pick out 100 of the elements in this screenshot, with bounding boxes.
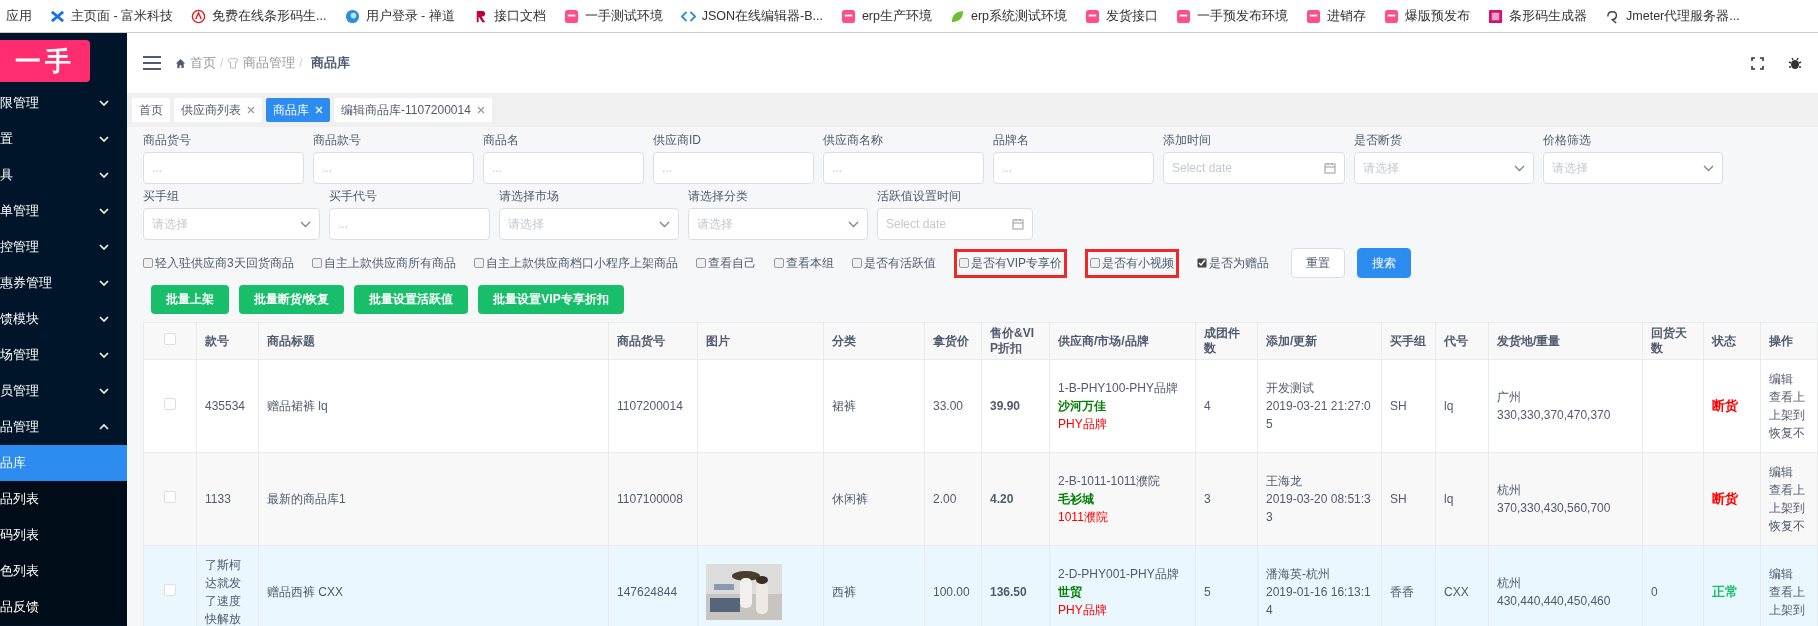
bug-icon[interactable] [1788,56,1802,70]
bookmark-link[interactable]: 用户登录 - 禅道 [344,7,455,25]
highlighted-checkbox[interactable]: 是否有VIP专享价 [953,248,1068,278]
column-header: 图片 [697,322,824,360]
page-tab[interactable]: 编辑商品库-1107200014 [334,98,492,122]
menu-icon[interactable] [143,56,161,70]
bookmark-link[interactable]: 条形码生成器 [1488,7,1588,25]
brand-name: PHY品牌 [1058,602,1108,619]
checkbox[interactable]: 查看本组 [773,254,834,272]
checkbox[interactable]: 轻入驻供应商3天回货商品 [143,254,294,272]
chevron-down-icon [848,220,859,228]
chevron-up-icon [99,424,109,430]
placeholder-text: ... [832,161,842,175]
table-cell: 33.00 [924,359,982,453]
action-link[interactable]: 查看上 [1769,481,1817,499]
table-cell: 1133 [196,452,259,546]
fullscreen-icon[interactable] [1751,56,1764,70]
cross-icon [50,8,65,24]
bookmark-link[interactable]: 接口文档 [472,7,546,25]
page-tab[interactable]: 首页 [132,98,170,122]
shipping-city: 杭州 [1497,575,1522,592]
table-cell: lq [1435,452,1489,546]
shipping-weights: 330,330,370,470,370 [1497,407,1612,424]
bookmark-link[interactable]: 应用 [6,7,32,25]
checkbox[interactable]: 是否有活跃值 [851,254,936,272]
table-cell: 1107200014 [608,359,698,453]
table-cell: lq [1435,359,1489,453]
action-link[interactable]: 上架到 [1769,406,1817,424]
market-name: 世贸 [1058,584,1083,601]
column-header: 发货地/重量 [1488,322,1643,360]
shipping-weights: 370,330,430,560,700 [1497,500,1612,517]
checkbox[interactable]: 自主上款供应商档口小程序上架商品 [473,254,678,272]
sidebar-subitem[interactable]: 品反馈 [0,589,127,625]
checkbox[interactable]: 是否为赠品 [1197,254,1270,272]
table-cell: 39.90 [981,359,1050,453]
bookmark-link[interactable]: Jmeter代理服务器... [1605,7,1740,25]
bookmark-link[interactable]: 爆版预发布 [1384,7,1471,25]
brand-name: 1011濮院 [1058,509,1109,526]
added-by: 潘海英-杭州 [1266,566,1331,583]
action-link[interactable]: 上架到 [1769,601,1817,619]
sidebar-item[interactable]: 限管理 [0,85,127,121]
sidebar-item[interactable]: 馈模块 [0,301,127,337]
column-header: 商品标题 [258,322,609,360]
field-label: 买手组 [143,188,180,205]
sidebar-item[interactable]: 品管理 [0,409,127,445]
select-all-checkbox[interactable] [164,333,176,345]
action-link[interactable]: 编辑 [1769,565,1817,583]
sidebar-item[interactable]: 场管理 [0,337,127,373]
brand-name: PHY品牌 [1058,416,1108,433]
page-tab[interactable]: 供应商列表 [174,98,262,122]
bookmark-link[interactable]: 发货接口 [1085,7,1159,25]
action-link[interactable]: 查看上 [1769,388,1817,406]
close-icon[interactable] [247,106,255,114]
bookmark-link[interactable]: erp系统测试环境 [950,7,1068,25]
table-cell: 1107100008 [608,452,698,546]
column-header: 售价&VIP折扣 [981,322,1050,360]
reset-button[interactable]: 重置 [1291,248,1346,278]
highlighted-checkbox[interactable]: 是否有小视频 [1085,248,1180,278]
checkbox[interactable]: 查看自己 [695,254,756,272]
breadcrumb-separator: / [220,56,224,70]
tile-icon [563,8,579,24]
sidebar-subitem[interactable]: 码列表 [0,517,127,553]
row-checkbox[interactable] [164,491,176,503]
sidebar-subitem[interactable]: 色列表 [0,553,127,589]
action-link[interactable]: 恢复不 [1769,517,1817,535]
tile-icon [1384,8,1400,24]
bookmark-link[interactable]: 一手测试环境 [563,7,663,25]
sidebar-item[interactable]: 具 [0,157,127,193]
action-link[interactable]: 编辑 [1769,370,1817,388]
action-link[interactable]: 恢复不 [1769,424,1817,442]
chevron-down-icon [99,352,109,358]
tile-icon [840,8,856,24]
bookmark-link[interactable]: 进销存 [1306,7,1367,25]
sidebar-subitem[interactable]: 品列表 [0,481,127,517]
sidebar-item[interactable]: 惠券管理 [0,265,127,301]
added-time: 2019-03-20 08:51:33 [1266,491,1372,526]
action-link[interactable]: 查看上 [1769,583,1817,601]
table-cell: 435534 [196,359,259,453]
checkbox[interactable]: 自主上款供应商所有商品 [311,254,456,272]
sidebar-item[interactable]: 单管理 [0,193,127,229]
field-label: 价格筛选 [1543,132,1592,149]
added-by: 王海龙 [1266,473,1303,490]
status-text: 断货 [1712,398,1738,413]
supplier-code: 2-D-PHY001-PHY品牌 [1058,566,1180,583]
sidebar-item[interactable]: 控管理 [0,229,127,265]
market-name: 沙河万佳 [1058,398,1107,415]
row-checkbox[interactable] [164,398,176,410]
bookmark-link[interactable]: JSON在线编辑器-B... [680,7,823,25]
close-icon[interactable] [476,106,485,114]
action-link[interactable]: 上架到 [1769,499,1817,517]
bookmark-link[interactable]: erp生产环境 [840,7,932,25]
bookmark-link[interactable]: 主页面 - 富米科技 [50,7,174,25]
bookmark-link[interactable]: 一手预发布环境 [1176,7,1289,25]
sidebar-item[interactable]: 置 [0,121,127,157]
sidebar-item[interactable]: 员管理 [0,373,127,409]
action-link[interactable]: 编辑 [1769,463,1817,481]
bookmark-link[interactable]: 免费在线条形码生... [191,7,327,25]
chevron-down-icon [659,220,670,228]
row-checkbox[interactable] [164,584,176,596]
field-label: 请选择分类 [688,188,749,205]
